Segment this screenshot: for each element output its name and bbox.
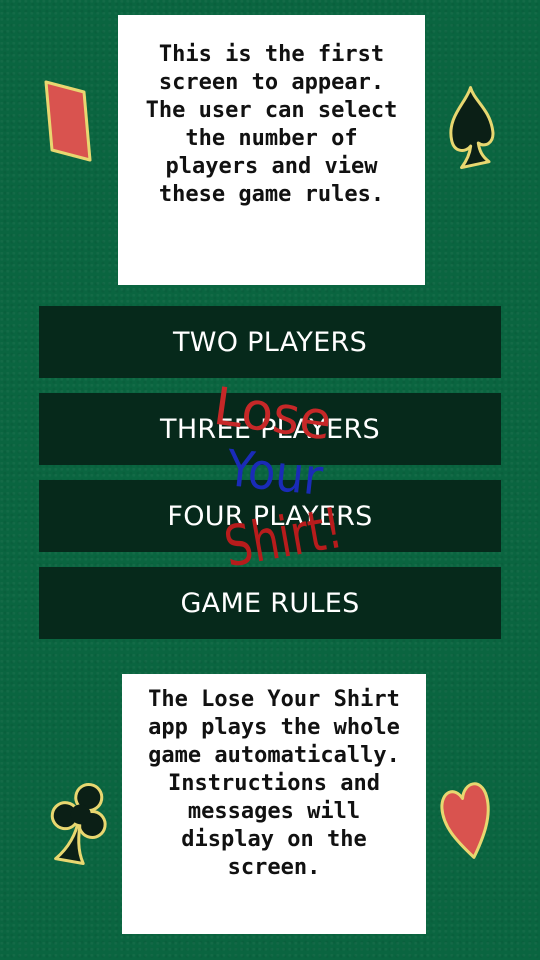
diamond-icon (44, 80, 92, 162)
footer-text-box: The Lose Your Shirt app plays the whole … (122, 674, 426, 934)
three-players-label: THREE PLAYERS (160, 413, 380, 445)
club-icon (50, 782, 107, 866)
intro-text: This is the first screen to appear. The … (145, 42, 398, 207)
footer-text: The Lose Your Shirt app plays the whole … (148, 687, 400, 880)
game-rules-button[interactable]: GAME RULES (39, 567, 501, 639)
spade-icon (449, 86, 495, 170)
three-players-button[interactable]: THREE PLAYERS (39, 393, 501, 465)
two-players-button[interactable]: TWO PLAYERS (39, 306, 501, 378)
four-players-button[interactable]: FOUR PLAYERS (39, 480, 501, 552)
intro-text-box: This is the first screen to appear. The … (118, 15, 425, 285)
two-players-label: TWO PLAYERS (172, 326, 368, 358)
game-rules-label: GAME RULES (180, 587, 360, 619)
heart-icon (440, 782, 490, 859)
four-players-label: FOUR PLAYERS (167, 500, 373, 532)
